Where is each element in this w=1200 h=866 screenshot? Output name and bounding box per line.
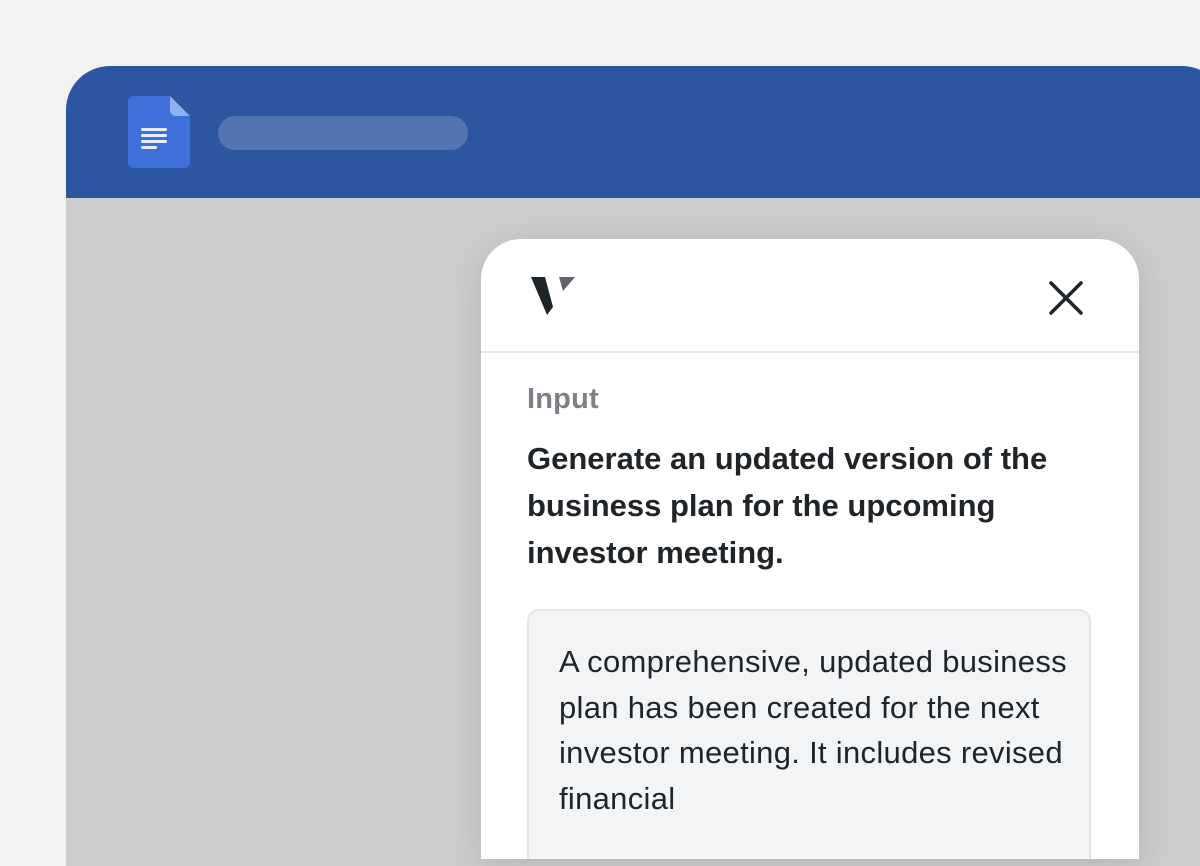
panel-header [481, 239, 1139, 353]
input-label: Input [527, 383, 599, 415]
close-icon [1049, 281, 1083, 315]
prompt-text: Generate an updated version of the busin… [527, 441, 1048, 570]
response-box: A comprehensive, updated business plan h… [527, 609, 1091, 859]
assistant-panel: Input Generate an updated version of the… [481, 239, 1139, 859]
close-button[interactable] [1043, 275, 1089, 321]
window-header [66, 66, 1200, 198]
v-logo-icon [531, 277, 575, 315]
document-title-placeholder[interactable] [218, 116, 468, 150]
google-docs-icon[interactable] [128, 96, 190, 168]
response-text: A comprehensive, updated business plan h… [559, 644, 1067, 816]
